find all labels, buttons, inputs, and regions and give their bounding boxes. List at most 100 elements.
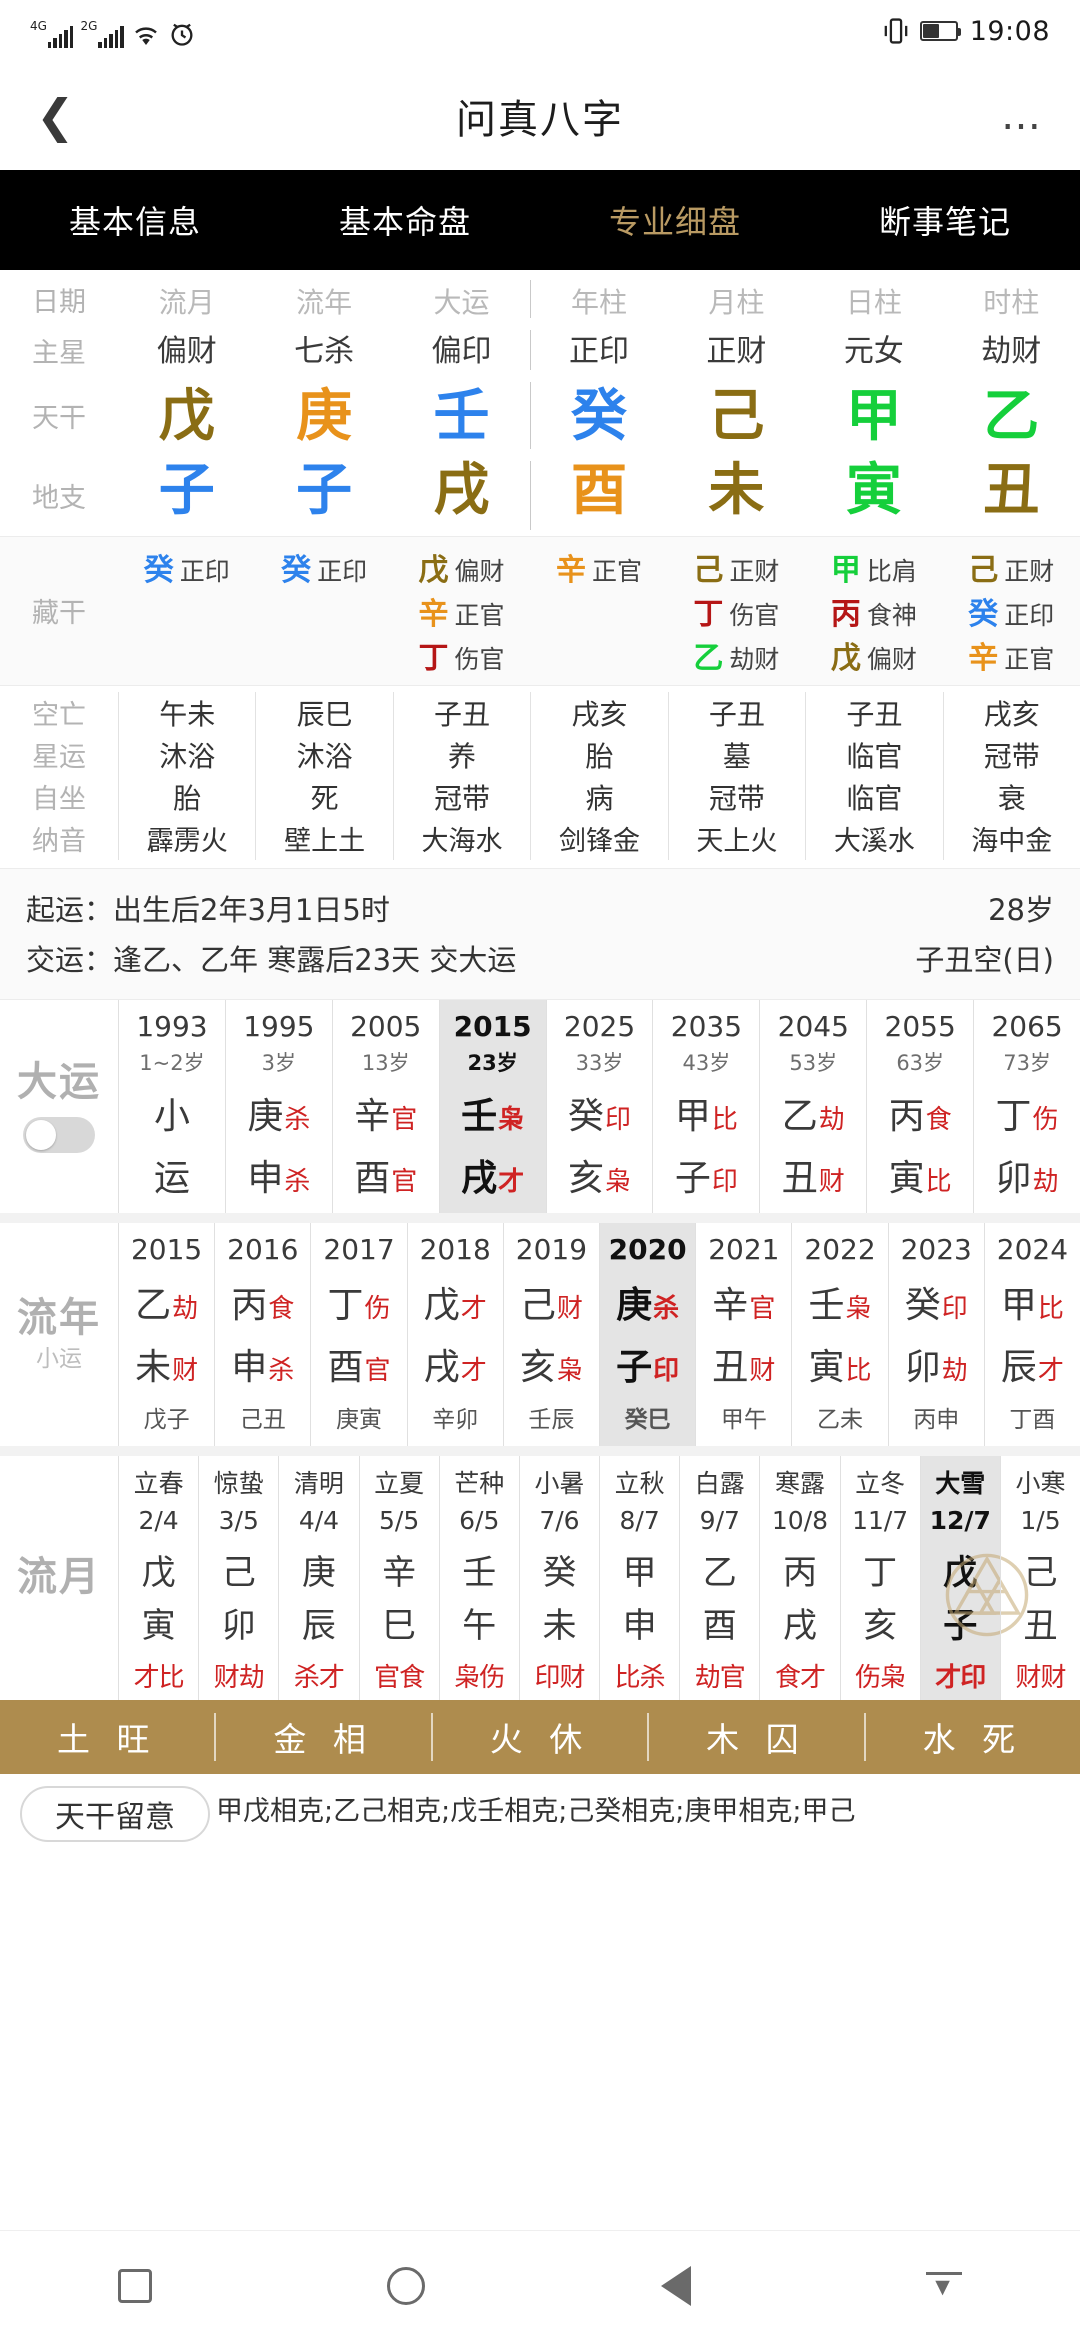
heavenly-stem-3: 癸 [570,384,627,449]
liuyue-stem: 己 [1023,1552,1058,1593]
liunian-branch-line: 子印 [616,1338,679,1390]
dayun-column-2[interactable]: 2005 13岁辛官酉官 [331,999,439,1213]
dayun-branch-line: 寅比 [889,1149,952,1201]
tab-pro-chart[interactable]: 专业细盘 [540,197,810,243]
liunian-branch-line: 申杀 [231,1338,294,1390]
dayun-column-1[interactable]: 1995 3岁庚杀申杀 [224,999,332,1213]
tab-basic-chart[interactable]: 基本命盘 [270,197,540,243]
zizuo-value: 冠带 [434,781,491,815]
liuyue-column-10[interactable]: 大雪 12/7 戊子才印 [919,1455,1029,1700]
android-nav-bar [0,2230,1080,2340]
hidden-stem-column-5: 甲比肩丙食神戊偏财 [805,545,942,676]
pillar-header-row: 日期 流月 流年 大运 年柱 月柱 日柱 时柱 [0,274,1080,324]
liuyue-column-6[interactable]: 立秋 8/7 甲申比杀 [599,1455,679,1700]
liuyue-column-4[interactable]: 芒种 6/5 壬午枭伤 [438,1455,519,1700]
tiangan-note-pill[interactable]: 天干留意 [20,1785,210,1842]
app-screen: 4G 2G 19:08 ❮ 问真八字 … 基本信息 基本命盘 专业细盘 断事笔记… [0,0,1080,2340]
liunian-branch-god: 枭 [556,1355,583,1386]
liuyue-column-9[interactable]: 立冬 11/7 丁亥伤枭 [839,1455,920,1700]
xiaoyun-value: 壬辰 [528,1406,575,1433]
liuyue-date: 4/4 [298,1505,340,1535]
hidden-stem-god: 偏财 [454,556,505,586]
liunian-stem-god: 枭 [845,1293,872,1324]
vibrate-icon [884,18,908,44]
dayun-age: 63岁 [896,1050,945,1075]
liunian-column-1[interactable]: 2016 丙食申杀己丑 [214,1222,310,1446]
circle-icon[interactable] [387,2266,426,2305]
earthly-branch-4: 未 [708,458,765,524]
dayun-column-3[interactable]: 2015 23岁壬枭戌才 [438,999,546,1213]
liunian-column-5[interactable]: 2020 庚杀子印癸巳 [599,1222,696,1446]
dayun-column-7[interactable]: 2055 63岁丙食寅比 [866,999,973,1213]
liunian-column-6[interactable]: 2021 辛官丑财甲午 [695,1222,791,1446]
dayun-column-5[interactable]: 2035 43岁甲比子印 [652,999,759,1213]
square-icon[interactable] [117,2268,152,2303]
triangle-back-icon[interactable] [660,2265,691,2306]
download-icon[interactable] [926,2268,963,2304]
main-star-5: 元女 [843,334,904,369]
fate-table: 空亡 星运 自坐 纳音 午未 沐浴胎霹雳火 辰巳 沐浴死壁上土 子丑养冠带 大海水 戌亥胎病… [0,685,1080,868]
liunian-column-9[interactable]: 2024 甲比辰才丁酉 [983,1222,1080,1446]
liuyue-stem: 辛 [382,1552,417,1593]
main-star-6: 劫财 [981,334,1042,369]
liunian-stem-god: 比 [1037,1293,1064,1324]
dayun-age: 53岁 [789,1050,838,1075]
liunian-year: 2017 [323,1232,395,1266]
liuyue-column-2[interactable]: 清明 4/4 庚辰杀才 [278,1455,358,1700]
tab-basic-info[interactable]: 基本信息 [0,197,270,243]
liuyue-date: 10/8 [771,1505,829,1535]
liunian-branch-char: 戌 [423,1346,460,1388]
liunian-column-8[interactable]: 2023 癸印卯劫丙申 [887,1222,984,1446]
tab-notes[interactable]: 断事笔记 [810,197,1080,243]
liuyue-column-7[interactable]: 白露 9/7 乙酉劫官 [679,1455,759,1700]
liunian-branch-char: 申 [231,1346,268,1388]
dayun-column-0[interactable]: 1993 1~2岁小运 [118,999,225,1213]
liuyue-branch: 辰 [301,1605,336,1646]
hidden-stem-item: 戊偏财 [419,545,505,588]
dayun-column-6[interactable]: 2045 53岁乙劫丑财 [759,999,866,1213]
dayun-column-4[interactable]: 2025 33岁癸印亥枭 [545,999,653,1213]
liuyue-date: 9/7 [699,1505,740,1535]
liuyue-column-3[interactable]: 立夏 5/5 辛巳官食 [358,1455,439,1700]
liuyue-column-1[interactable]: 惊蛰 3/5 己卯财劫 [198,1455,278,1700]
row-label-kongwang: 空亡 [32,700,86,732]
liuyue-branch: 巳 [382,1605,417,1646]
dayun-year: 2015 [453,1009,532,1043]
liunian-stem-line: 己财 [520,1276,583,1328]
qiyun-kong: 子丑空(日) [915,942,1054,977]
liuyue-gods: 枭伤 [454,1662,505,1693]
liunian-column-3[interactable]: 2018 戊才戌才辛卯 [406,1222,503,1446]
hidden-stem-char: 癸 [143,552,174,588]
liuyue-branch: 未 [542,1605,577,1646]
liunian-branch-god: 官 [364,1355,391,1386]
hidden-stem-char: 丙 [830,596,861,632]
status-bar: 4G 2G 19:08 [0,0,1080,62]
ellipsis-icon[interactable]: … [1001,96,1044,136]
hidden-stem-char: 丁 [418,640,449,676]
liuyue-column-0[interactable]: 立春 2/4 戊寅才比 [118,1455,198,1700]
dayun-stem-god: 食 [925,1104,952,1135]
liuyue-branch: 午 [462,1605,497,1646]
dayun-stem-line: 丁伤 [996,1087,1059,1139]
dayun-column-8[interactable]: 2065 73岁丁伤卯劫 [973,999,1080,1213]
hidden-stem-item: 辛正官 [419,589,505,632]
xiaoyun-value: 戊子 [143,1406,190,1433]
liunian-stem-char: 己 [519,1284,556,1326]
liuyue-jieqi: 芒种 [454,1468,505,1498]
liunian-column-4[interactable]: 2019 己财亥枭壬辰 [502,1222,599,1446]
liunian-column-7[interactable]: 2022 壬枭寅比乙未 [791,1222,887,1446]
row-label-date: 日期 [32,286,86,318]
dayun-toggle[interactable] [23,1116,95,1153]
liunian-branch-char: 辰 [1000,1346,1037,1388]
earthly-branch-3: 酉 [570,458,627,524]
hidden-stem-column-1: 癸正印 [255,545,392,675]
liunian-strip: 流年 小运 2015 乙劫未财戊子 2016 丙食申杀己丑 2017 丁伤酉官庚寅 2018… [0,1222,1080,1446]
liuyue-column-11[interactable]: 小寒 1/5 己丑财财 [999,1455,1080,1700]
liuyue-column-8[interactable]: 寒露 10/8 丙戌食才 [759,1455,839,1700]
liunian-column-2[interactable]: 2017 丁伤酉官庚寅 [310,1222,406,1446]
hidden-stem-god: 比肩 [866,556,917,586]
divider [0,1212,1080,1223]
liuyue-column-5[interactable]: 小暑 7/6 癸未印财 [518,1455,599,1700]
tiangan-note-label: 天干留意 [55,1799,175,1835]
liunian-column-0[interactable]: 2015 乙劫未财戊子 [118,1222,214,1446]
